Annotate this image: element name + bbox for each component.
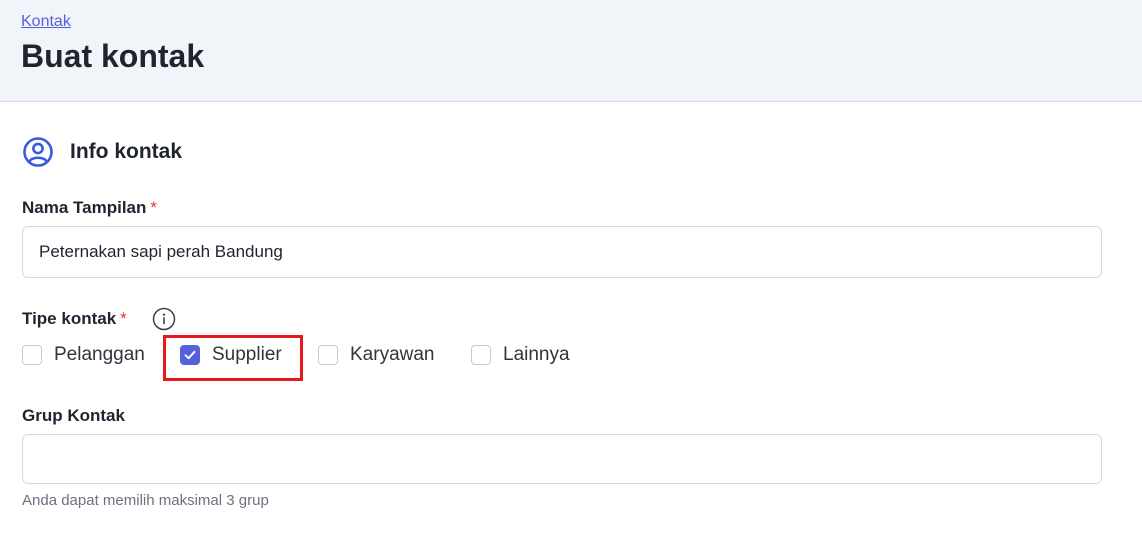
checkbox-option-karyawan[interactable]: Karyawan <box>318 343 435 367</box>
karyawan-checkbox[interactable] <box>318 345 338 365</box>
pelanggan-checkbox[interactable] <box>22 345 42 365</box>
display-name-label: Nama Tampilan * <box>22 198 157 218</box>
user-circle-icon <box>23 137 53 167</box>
breadcrumb-kontak-link[interactable]: Kontak <box>21 13 71 31</box>
info-icon[interactable] <box>152 307 176 331</box>
section-title: Info kontak <box>70 140 183 163</box>
page-header: Kontak Buat kontak <box>0 0 1142 102</box>
lainnya-checkbox[interactable] <box>471 345 491 365</box>
contact-group-label: Grup Kontak <box>22 406 125 425</box>
contact-type-label-text: Tipe kontak <box>22 309 117 328</box>
lainnya-label: Lainnya <box>503 344 570 365</box>
checkbox-option-pelanggan[interactable]: Pelanggan <box>22 343 145 367</box>
display-name-input[interactable] <box>22 226 1102 278</box>
checkbox-option-lainnya[interactable]: Lainnya <box>471 343 570 367</box>
display-name-label-text: Nama Tampilan <box>22 198 147 217</box>
contact-type-label: Tipe kontak * <box>22 309 127 329</box>
checkbox-option-supplier[interactable]: Supplier <box>180 343 282 367</box>
contact-group-input[interactable] <box>22 434 1102 484</box>
required-mark: * <box>150 198 158 217</box>
pelanggan-label: Pelanggan <box>54 344 145 365</box>
contact-group-helper-text: Anda dapat memilih maksimal 3 grup <box>22 492 269 509</box>
required-mark: * <box>120 309 127 328</box>
page-title: Buat kontak <box>21 38 205 74</box>
check-icon <box>184 350 196 360</box>
supplier-label: Supplier <box>212 344 282 365</box>
karyawan-label: Karyawan <box>350 344 435 365</box>
supplier-checkbox[interactable] <box>180 345 200 365</box>
